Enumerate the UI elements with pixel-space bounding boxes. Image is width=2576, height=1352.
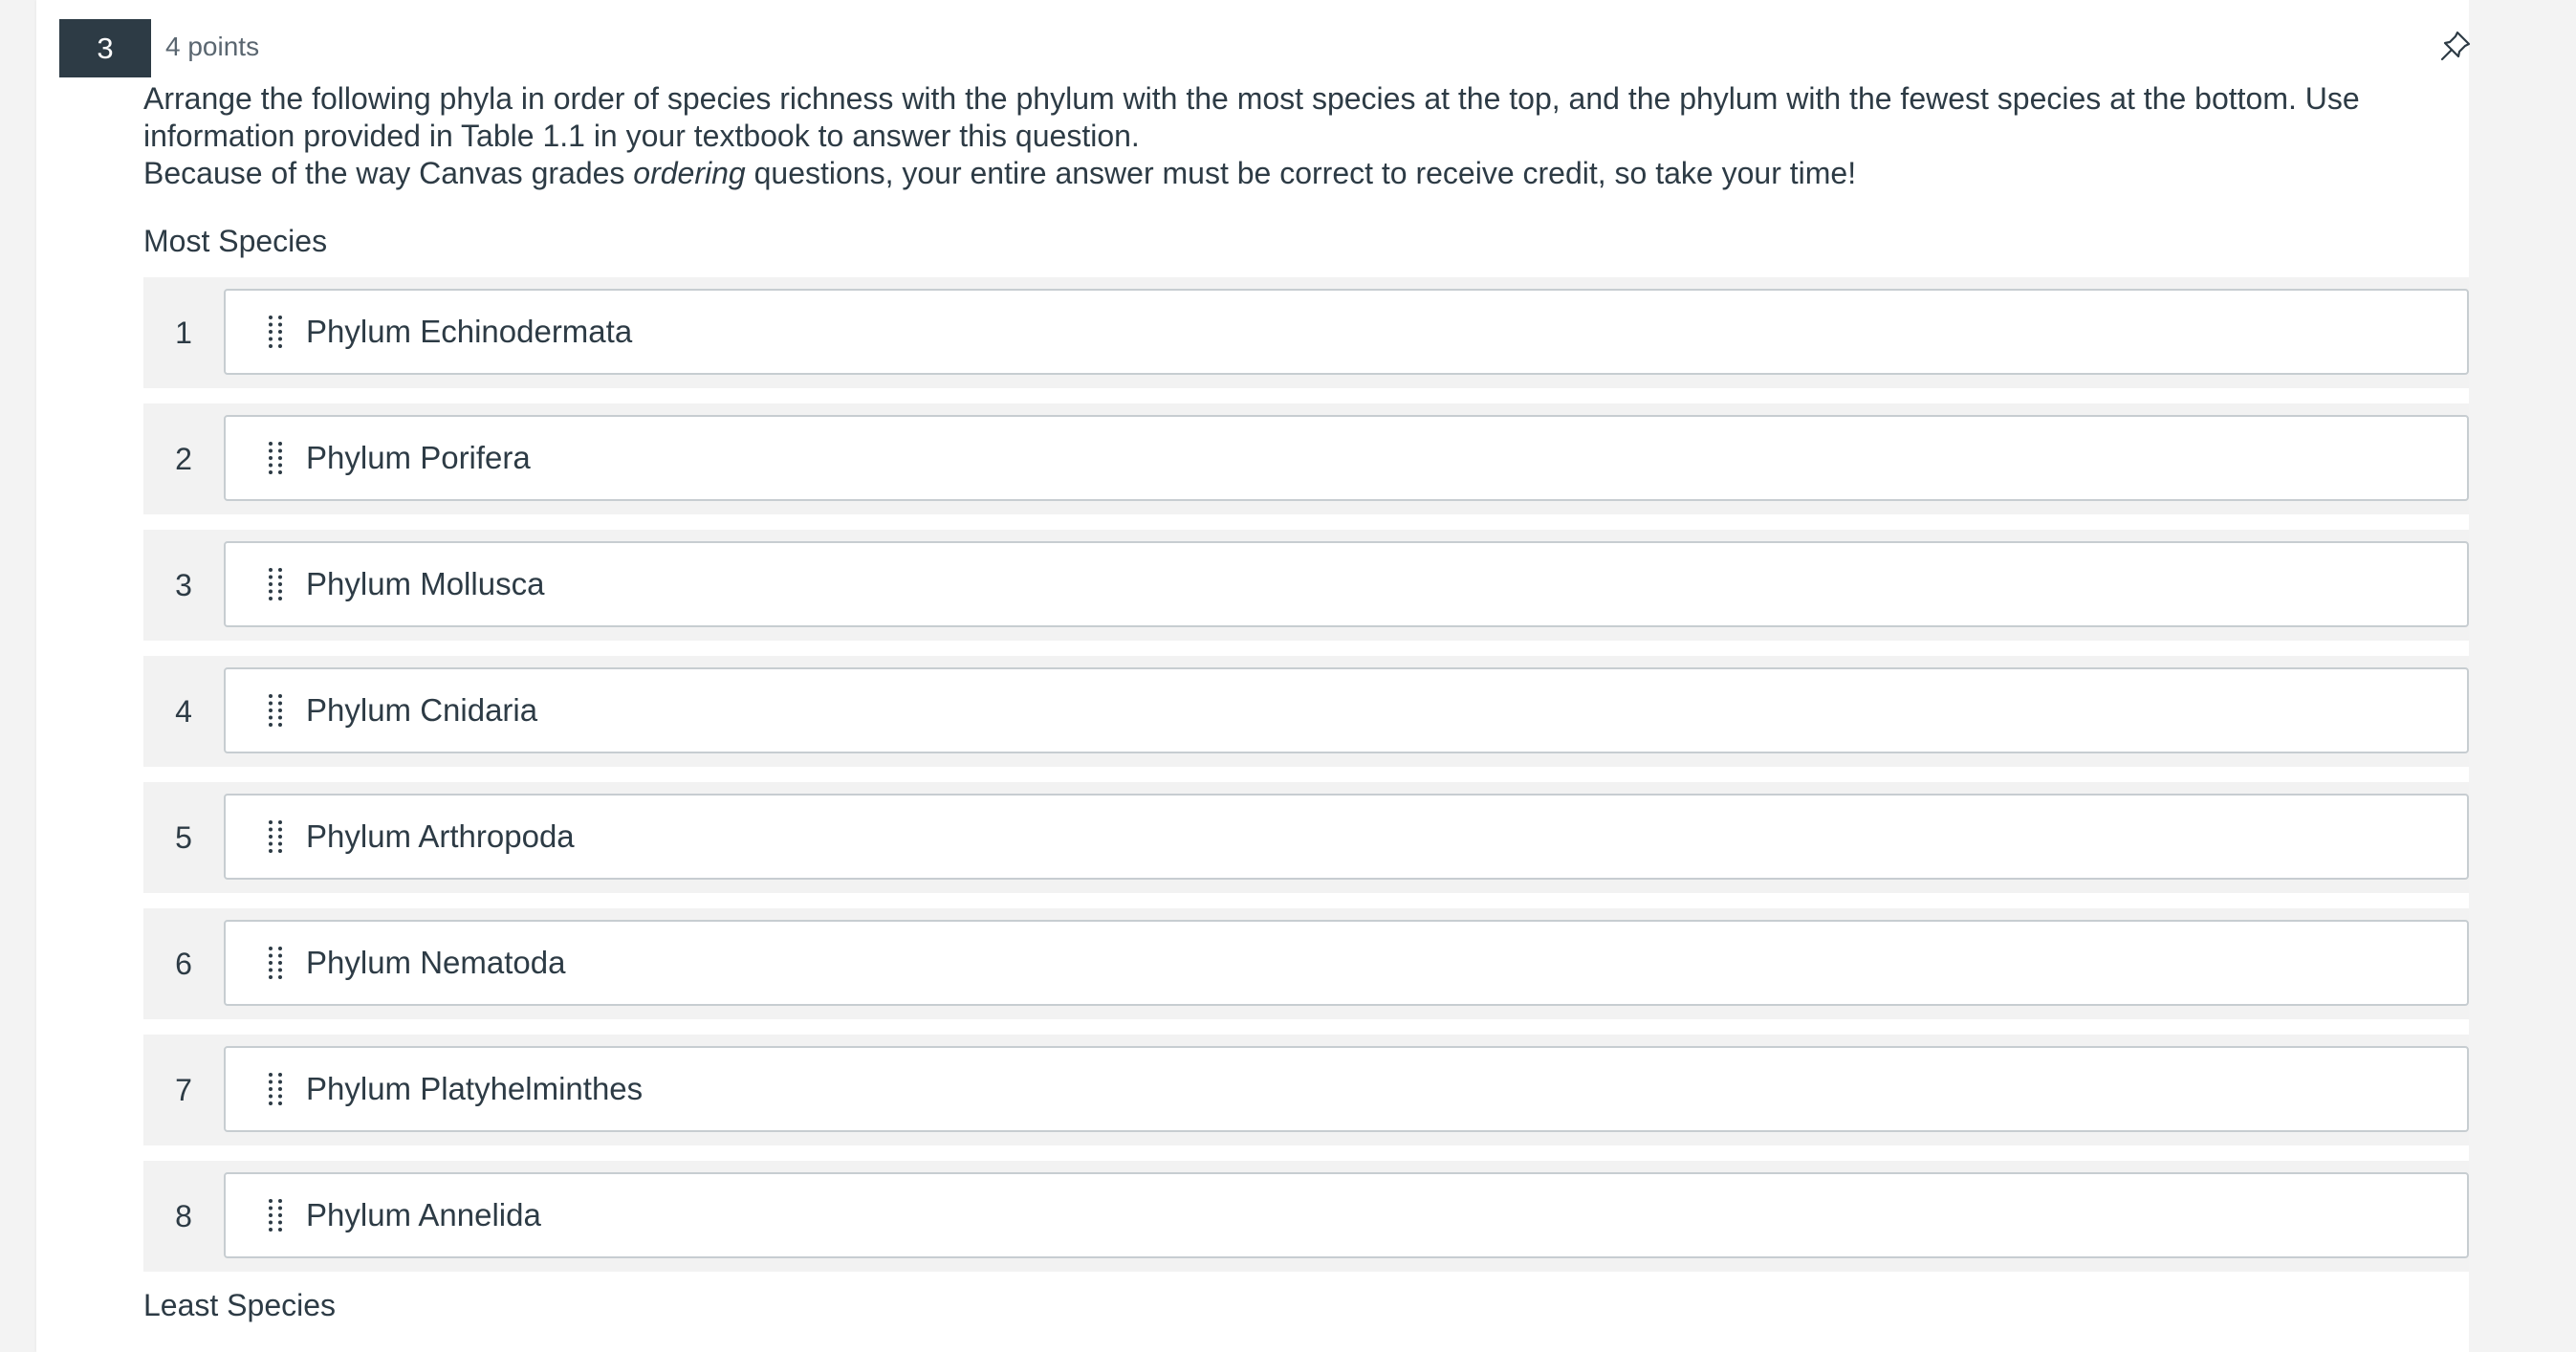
order-position-number: 1 xyxy=(175,315,192,350)
draggable-answer-item[interactable]: Phylum Echinodermata xyxy=(224,289,2469,375)
order-row: 3 Phylum Mollusca xyxy=(143,530,2480,641)
ordering-list: 1 Phylum Echinodermata 2 Phylum Porifera 3 Ph… xyxy=(143,277,2480,1287)
draggable-answer-item[interactable]: Phylum Platyhelminthes xyxy=(224,1046,2469,1132)
answer-item-label: Phylum Nematoda xyxy=(306,945,566,980)
prompt-emphasis: ordering xyxy=(633,156,746,190)
order-position-number: 2 xyxy=(175,441,192,476)
right-gutter xyxy=(2469,0,2576,1352)
drag-handle-icon[interactable] xyxy=(247,313,304,351)
drag-handle-icon[interactable] xyxy=(247,818,304,856)
question-prompt: Arrange the following phyla in order of … xyxy=(143,80,2488,192)
order-row: 7 Phylum Platyhelminthes xyxy=(143,1035,2480,1145)
order-row: 4 Phylum Cnidaria xyxy=(143,656,2480,767)
answer-item-label: Phylum Echinodermata xyxy=(306,314,633,349)
prompt-line-2: Because of the way Canvas grades orderin… xyxy=(143,155,2488,192)
drag-handle-icon[interactable] xyxy=(247,944,304,982)
answer-item-label: Phylum Arthropoda xyxy=(306,818,575,854)
order-position-number: 3 xyxy=(175,567,192,602)
drag-handle-icon[interactable] xyxy=(247,1196,304,1234)
drag-handle-icon[interactable] xyxy=(247,1070,304,1108)
draggable-answer-item[interactable]: Phylum Annelida xyxy=(224,1172,2469,1258)
answer-item-label: Phylum Porifera xyxy=(306,440,531,475)
order-row: 2 Phylum Porifera xyxy=(143,403,2480,514)
order-row: 5 Phylum Arthropoda xyxy=(143,782,2480,893)
draggable-answer-item[interactable]: Phylum Mollusca xyxy=(224,541,2469,627)
top-label: Most Species xyxy=(143,224,328,258)
question-card: 3 4 points Arrange the following phyla i… xyxy=(36,0,2480,1352)
order-row: 1 Phylum Echinodermata xyxy=(143,277,2480,388)
draggable-answer-item[interactable]: Phylum Cnidaria xyxy=(224,667,2469,753)
order-position-number: 7 xyxy=(175,1072,192,1107)
drag-handle-icon[interactable] xyxy=(247,565,304,603)
pin-icon[interactable] xyxy=(2436,27,2475,65)
bottom-label: Least Species xyxy=(143,1288,337,1322)
order-position-number: 8 xyxy=(175,1198,192,1233)
pin-icon-graphic xyxy=(2440,31,2471,61)
drag-handle-icon[interactable] xyxy=(247,691,304,730)
prompt-line-2-start: Because of the way Canvas grades xyxy=(143,156,634,190)
order-position-number: 6 xyxy=(175,946,192,981)
answer-item-label: Phylum Mollusca xyxy=(306,566,545,601)
order-position-number: 4 xyxy=(175,693,192,729)
answer-item-label: Phylum Cnidaria xyxy=(306,692,538,728)
draggable-answer-item[interactable]: Phylum Nematoda xyxy=(224,920,2469,1006)
question-points: 4 points xyxy=(165,32,260,61)
order-row: 6 Phylum Nematoda xyxy=(143,908,2480,1019)
order-position-number: 5 xyxy=(175,819,192,855)
order-row: 8 Phylum Annelida xyxy=(143,1161,2480,1272)
answer-item-label: Phylum Annelida xyxy=(306,1197,541,1232)
prompt-line-1: Arrange the following phyla in order of … xyxy=(143,81,2360,153)
prompt-line-2-end: questions, your entire answer must be co… xyxy=(745,156,1857,190)
drag-handle-icon[interactable] xyxy=(247,439,304,477)
draggable-answer-item[interactable]: Phylum Porifera xyxy=(224,415,2469,501)
answer-item-label: Phylum Platyhelminthes xyxy=(306,1071,644,1106)
draggable-answer-item[interactable]: Phylum Arthropoda xyxy=(224,794,2469,880)
question-number-badge: 3 xyxy=(59,19,151,77)
